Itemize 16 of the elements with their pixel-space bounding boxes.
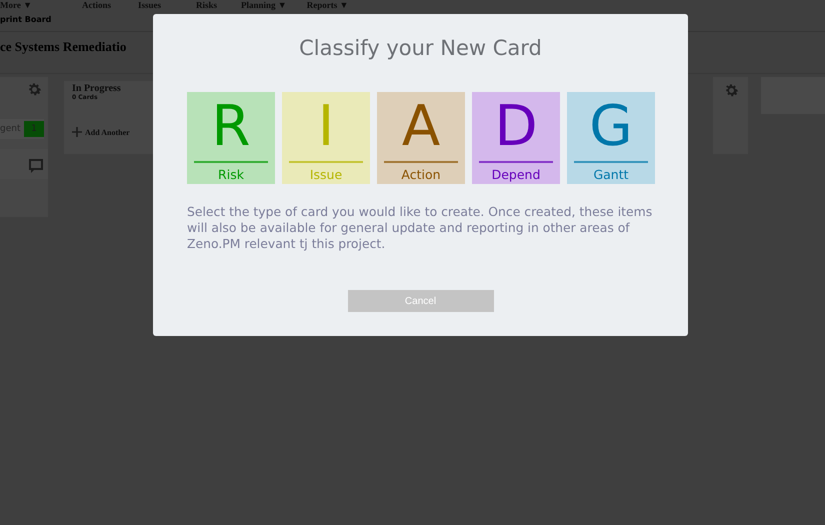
- card-type-button[interactable]: G Gantt: [567, 92, 655, 184]
- add-card-link[interactable]: Add Another: [72, 127, 162, 137]
- card-type-button[interactable]: D Depend: [472, 92, 560, 184]
- column-title: In Progress: [72, 83, 122, 94]
- nav-subitem[interactable]: print Board: [0, 15, 52, 24]
- card-type-button[interactable]: I Issue: [282, 92, 370, 184]
- project-title: ce Systems Remediatio: [0, 39, 126, 54]
- settings-icon[interactable]: [26, 81, 43, 98]
- dialog-title: Classify your New Card: [299, 35, 542, 62]
- settings-icon[interactable]: [723, 82, 740, 99]
- card-type-button[interactable]: A Action: [377, 92, 465, 184]
- cancel-button[interactable]: Cancel: [348, 290, 494, 312]
- card-type-button[interactable]: R Risk: [187, 92, 275, 184]
- comment-icon[interactable]: [28, 158, 44, 174]
- plus-icon: [72, 127, 82, 137]
- dialog-description: Select the type of card you would like to create. Once created, these items will also be available for general update and reporting in other areas of Zeno.PM relevant tj this project.: [187, 204, 654, 252]
